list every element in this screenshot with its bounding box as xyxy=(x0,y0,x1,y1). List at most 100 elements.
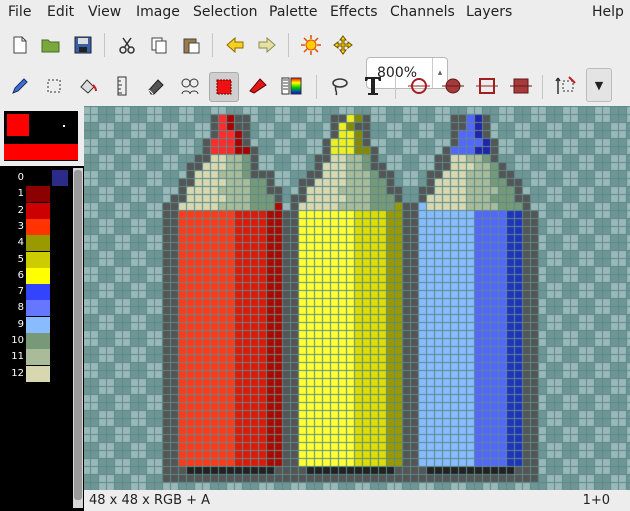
clone-tool[interactable] xyxy=(177,73,203,99)
paste-button[interactable] xyxy=(178,32,204,58)
menu-effects[interactable]: Effects xyxy=(330,4,378,20)
copy-button[interactable] xyxy=(146,32,172,58)
menu-view[interactable]: View xyxy=(88,4,121,20)
save-icon xyxy=(74,36,92,54)
square-tool[interactable] xyxy=(474,73,500,99)
select-icon xyxy=(47,79,61,93)
color-pick-tool[interactable] xyxy=(245,73,271,99)
palette-scrollbar[interactable] xyxy=(73,168,83,508)
brightness-button[interactable] xyxy=(298,32,324,58)
undo-button[interactable] xyxy=(222,32,248,58)
secondary-color-swatch[interactable] xyxy=(4,144,78,160)
ruler-icon xyxy=(117,76,127,96)
cut-button[interactable] xyxy=(114,32,140,58)
palette-entry[interactable]: 2 xyxy=(0,202,72,219)
pencil-icon xyxy=(12,78,28,94)
menu-image[interactable]: Image xyxy=(136,4,180,20)
save-file-button[interactable] xyxy=(70,32,96,58)
palette-entry[interactable]: 4 xyxy=(0,235,72,252)
text-icon xyxy=(365,77,381,95)
palette-index: 6 xyxy=(17,269,24,281)
palette-swatch[interactable] xyxy=(26,235,50,252)
rect-tool[interactable] xyxy=(209,72,239,102)
menu-palette[interactable]: Palette xyxy=(269,4,318,20)
ellipse-tool-icon xyxy=(442,78,464,94)
gradient-icon xyxy=(281,77,302,95)
toolbar-separator xyxy=(288,33,289,57)
palette-swatch[interactable] xyxy=(26,284,50,301)
palette-index: 4 xyxy=(17,237,24,249)
ellipse-tool[interactable] xyxy=(440,73,466,99)
paste-icon xyxy=(183,38,200,54)
pixel-canvas[interactable] xyxy=(84,106,630,490)
eraser-icon xyxy=(148,79,164,95)
menu-selection[interactable]: Selection xyxy=(193,4,258,20)
ruler-tool[interactable] xyxy=(109,73,135,99)
open-file-button[interactable] xyxy=(38,32,64,58)
pencil-tool[interactable] xyxy=(7,73,33,99)
palette-swatch[interactable] xyxy=(26,267,50,284)
palette-swatch[interactable] xyxy=(26,186,50,203)
palette-index: 0 xyxy=(17,172,24,183)
palette-swatch[interactable] xyxy=(26,349,50,366)
menu-edit[interactable]: Edit xyxy=(47,4,74,20)
color-pick-icon xyxy=(249,78,267,94)
toolbar-overflow-button[interactable]: ▼ xyxy=(586,68,612,102)
palette-entry[interactable]: 9 xyxy=(0,316,72,333)
flip-icon xyxy=(555,76,576,94)
arrow-left-icon xyxy=(226,37,244,53)
palette-swatch[interactable] xyxy=(26,251,50,268)
redo-button[interactable] xyxy=(254,32,280,58)
palette-entry[interactable]: 5 xyxy=(0,251,72,268)
palette-entry[interactable]: 6 xyxy=(0,267,72,284)
eraser-tool[interactable] xyxy=(143,73,169,99)
palette-index: 1 xyxy=(17,188,24,200)
color-selector[interactable] xyxy=(4,111,78,161)
palette-entry[interactable]: 8 xyxy=(0,300,72,317)
menu-file[interactable]: File xyxy=(8,4,31,20)
palette-swatch[interactable] xyxy=(26,218,50,235)
circle-tool[interactable] xyxy=(406,73,432,99)
toolbar-separator xyxy=(395,75,396,99)
primary-color-swatch[interactable] xyxy=(7,114,29,136)
main-toolbar: 800% ▴ xyxy=(0,28,630,89)
flip-tool[interactable] xyxy=(553,73,579,99)
menu-channels[interactable]: Channels xyxy=(390,4,455,20)
palette-swatch[interactable] xyxy=(26,170,50,186)
palette-swatch[interactable] xyxy=(26,333,50,349)
filled-square-tool[interactable] xyxy=(508,73,534,99)
palette-entry[interactable]: 0 xyxy=(0,170,72,186)
lasso-tool[interactable] xyxy=(327,73,353,99)
palette-entry[interactable]: 7 xyxy=(0,284,72,301)
palette-swatch-alt[interactable] xyxy=(52,170,68,186)
palette-swatch[interactable] xyxy=(26,316,50,333)
gradient-tool[interactable] xyxy=(279,73,305,99)
palette-entry[interactable]: 3 xyxy=(0,218,72,235)
palette-index: 9 xyxy=(17,318,24,330)
image-canvas[interactable] xyxy=(84,106,630,490)
palette-scroll-thumb[interactable] xyxy=(74,170,82,500)
palette-entry[interactable]: 1 xyxy=(0,186,72,203)
tools-toolbar xyxy=(0,70,630,104)
palette-swatch[interactable] xyxy=(26,300,50,317)
menu-layers[interactable]: Layers xyxy=(466,4,512,20)
new-file-button[interactable] xyxy=(7,32,33,58)
toolbar-separator xyxy=(542,75,543,99)
palette-entry[interactable]: 11 xyxy=(0,349,72,366)
palette-entry[interactable]: 10 xyxy=(0,333,72,349)
circle-tool-icon xyxy=(408,78,430,94)
secondary-dot xyxy=(63,125,65,127)
text-tool[interactable] xyxy=(360,73,386,99)
menu-help[interactable]: Help xyxy=(592,4,624,20)
palette-swatch[interactable] xyxy=(26,202,50,219)
palette-index: 2 xyxy=(17,204,24,216)
select-tool[interactable] xyxy=(41,73,67,99)
toolbar-separator xyxy=(212,33,213,57)
move-button[interactable] xyxy=(330,32,356,58)
arrow-right-icon xyxy=(258,37,276,53)
menu-bar: File Edit View Image Selection Palette E… xyxy=(0,0,630,24)
fill-tool[interactable] xyxy=(75,73,101,99)
palette-entry[interactable]: 12 xyxy=(0,365,72,382)
palette-swatch[interactable] xyxy=(26,365,50,382)
chevron-down-icon: ▼ xyxy=(594,78,604,92)
